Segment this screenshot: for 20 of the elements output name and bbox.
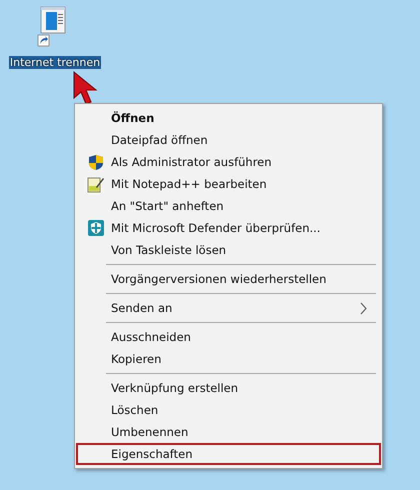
menu-item[interactable]: Dateipfad öffnen <box>76 129 381 151</box>
menu-item[interactable]: Mit Microsoft Defender überprüfen... <box>76 217 381 239</box>
chevron-right-icon <box>360 302 367 314</box>
menu-item[interactable]: Von Taskleiste lösen <box>76 239 381 261</box>
notepad-icon <box>87 176 104 192</box>
menu-item[interactable]: Kopieren <box>76 348 381 370</box>
desktop-icon-label[interactable]: Internet trennen <box>8 56 102 69</box>
defender-icon <box>88 220 104 236</box>
menu-item[interactable]: Ausschneiden <box>76 326 381 348</box>
menu-item[interactable]: An "Start" anheften <box>76 195 381 217</box>
shield-icon <box>88 154 104 170</box>
menu-item[interactable]: Verknüpfung erstellen <box>76 377 381 399</box>
menu-item[interactable]: Löschen <box>76 399 381 421</box>
menu-item[interactable]: Mit Notepad++ bearbeiten <box>76 173 381 195</box>
menu-item[interactable]: Senden an <box>76 297 381 319</box>
menu-item[interactable]: Vorgängerversionen wiederherstellen <box>76 268 381 290</box>
menu-item[interactable]: Umbenennen <box>76 421 381 443</box>
menu-item[interactable]: Öffnen <box>76 107 381 129</box>
menu-item[interactable]: Als Administrator ausführen <box>76 151 381 173</box>
menu-item[interactable]: Eigenschaften <box>76 443 381 465</box>
